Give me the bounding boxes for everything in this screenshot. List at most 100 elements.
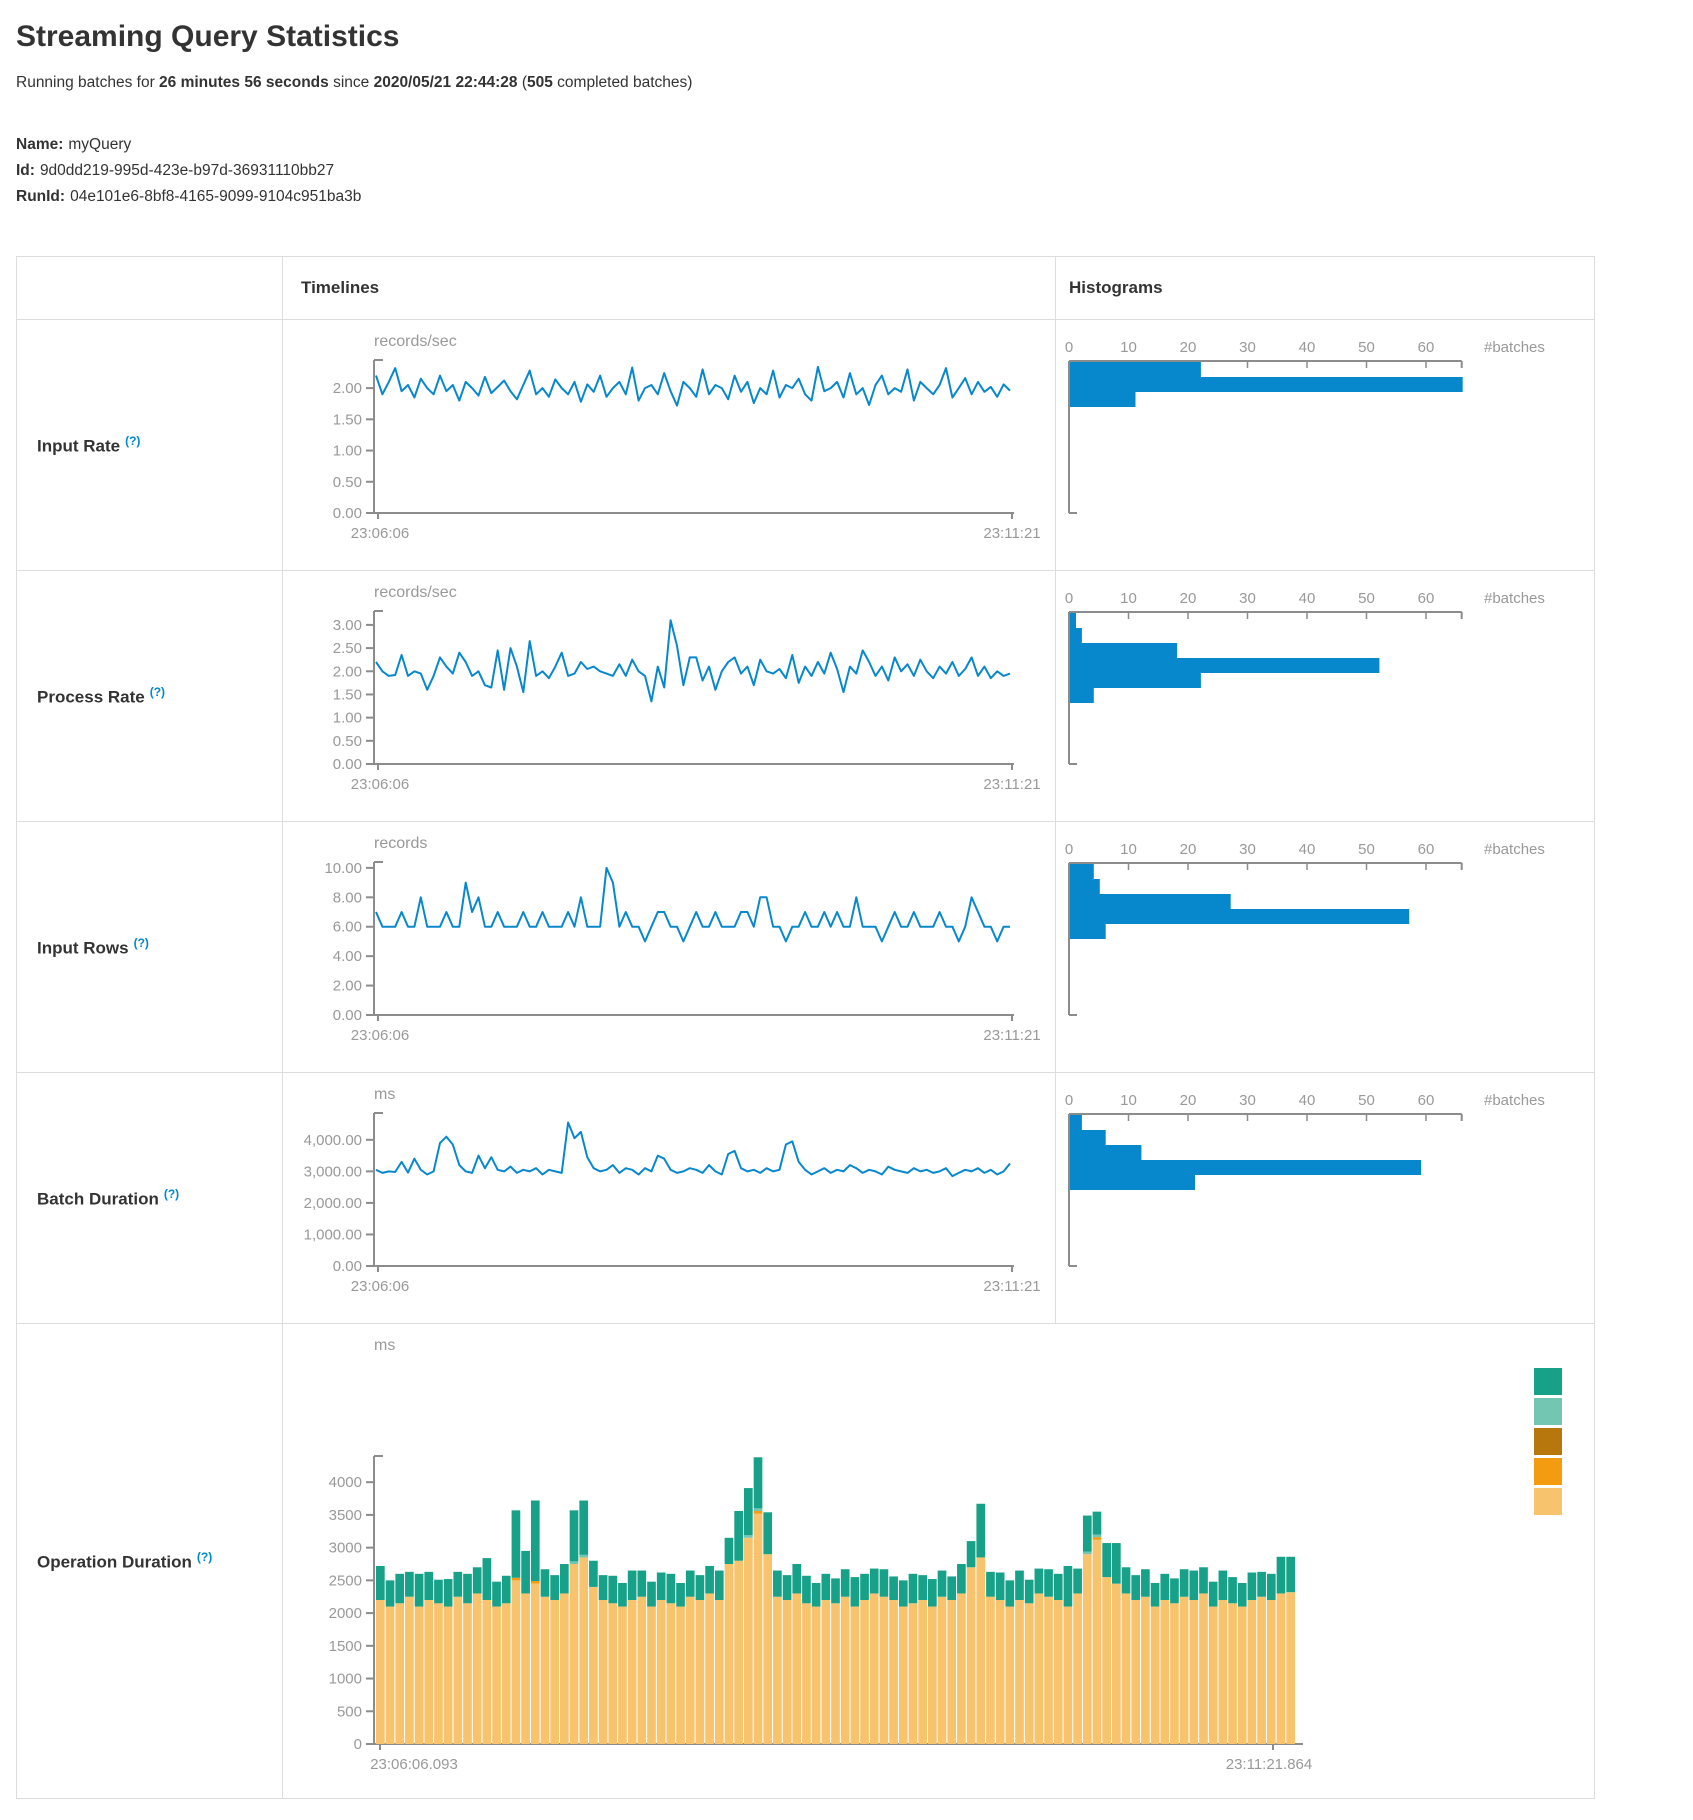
svg-text:3000: 3000 (329, 1540, 362, 1557)
batch-duration-histogram-chart: 0102030405060#batches (1056, 1073, 1593, 1323)
svg-text:#batches: #batches (1484, 841, 1545, 858)
svg-text:#batches: #batches (1484, 339, 1545, 356)
svg-text:10: 10 (1120, 339, 1137, 356)
id-value: 9d0dd219-995d-423e-b97d-36931110bb27 (40, 162, 334, 179)
operation-duration-chart-cell: ms0500100015002000250030003500400023:06:… (283, 1324, 1594, 1798)
svg-text:ms: ms (374, 1337, 395, 1354)
svg-text:0: 0 (354, 1736, 362, 1753)
svg-text:50: 50 (1358, 841, 1375, 858)
svg-text:records/sec: records/sec (374, 333, 457, 350)
input-rows-histogram-cell: 0 10 20 30 40 50 60 #batches (1056, 822, 1594, 1072)
input-rows-timeline-cell: records0.002.004.006.008.0010.0023:06:06… (283, 822, 1056, 1072)
svg-text:2.00: 2.00 (333, 978, 362, 995)
svg-text:40: 40 (1299, 841, 1316, 858)
svg-text:1.50: 1.50 (333, 411, 362, 428)
input-rate-help-icon[interactable]: (?) (125, 434, 140, 448)
running-duration: 26 minutes 56 seconds (159, 74, 329, 91)
svg-text:0.00: 0.00 (333, 505, 362, 522)
input-rows-histogram-chart: 0 10 20 30 40 50 60 #batches (1056, 822, 1593, 1072)
batch-duration-help-icon[interactable]: (?) (164, 1187, 179, 1201)
page-title: Streaming Query Statistics (16, 20, 1693, 54)
input-rate-timeline-cell: records/sec0.000.501.001.502.0023:06:062… (283, 320, 1056, 570)
operation-duration-label-cell: Operation Duration(?) (17, 1324, 283, 1798)
svg-text:60: 60 (1418, 339, 1435, 356)
header-histograms: Histograms (1056, 257, 1594, 319)
svg-text:23:11:21: 23:11:21 (983, 1278, 1040, 1295)
operation-duration-help-icon[interactable]: (?) (197, 1550, 212, 1564)
batch-duration-timeline-cell: ms0.001,000.002,000.003,000.004,000.0023… (283, 1073, 1056, 1323)
svg-text:0.50: 0.50 (333, 733, 362, 750)
svg-text:23:06:06.093: 23:06:06.093 (370, 1756, 458, 1773)
operation-duration-chart: ms0500100015002000250030003500400023:06:… (283, 1324, 1593, 1797)
svg-text:20: 20 (1180, 841, 1197, 858)
svg-text:23:11:21.864: 23:11:21.864 (1226, 1756, 1312, 1773)
process-rate-label: Process Rate (37, 687, 145, 706)
svg-text:30: 30 (1239, 590, 1256, 607)
query-name-line: Name:myQuery (16, 132, 1693, 158)
completed-suffix: completed batches) (553, 74, 693, 91)
svg-text:23:06:06: 23:06:06 (351, 776, 409, 793)
svg-text:records/sec: records/sec (374, 584, 457, 601)
svg-text:10.00: 10.00 (324, 860, 362, 877)
running-batches-summary: Running batches for 26 minutes 56 second… (16, 74, 1693, 92)
svg-text:10: 10 (1120, 1092, 1137, 1109)
paren-open: ( (518, 74, 527, 91)
input-rate-timeline-chart: records/sec0.000.501.001.502.0023:06:062… (283, 320, 1055, 570)
svg-text:10: 10 (1120, 841, 1137, 858)
svg-text:2.50: 2.50 (333, 640, 362, 657)
svg-text:0: 0 (1065, 1092, 1073, 1109)
svg-text:#batches: #batches (1484, 590, 1545, 607)
query-id-line: Id: 9d0dd219-995d-423e-b97d-36931110bb27 (16, 158, 1693, 184)
runid-value: 04e101e6-8bf8-4165-9099-9104c951ba3b (70, 188, 361, 205)
svg-text:23:06:06: 23:06:06 (351, 1027, 409, 1044)
svg-text:ms: ms (374, 1086, 395, 1103)
svg-text:50: 50 (1358, 1092, 1375, 1109)
svg-text:0.00: 0.00 (333, 1007, 362, 1024)
svg-text:23:11:21: 23:11:21 (983, 776, 1040, 793)
input-rate-row: Input Rate(?) records/sec0.000.501.001.5… (17, 319, 1594, 570)
completed-count: 505 (527, 74, 553, 91)
since-text: since (329, 74, 374, 91)
svg-text:3500: 3500 (329, 1507, 362, 1524)
svg-text:1.00: 1.00 (333, 443, 362, 460)
svg-text:60: 60 (1418, 1092, 1435, 1109)
svg-text:23:11:21: 23:11:21 (983, 1027, 1040, 1044)
svg-text:2.00: 2.00 (333, 380, 362, 397)
runid-label: RunId: (16, 188, 65, 205)
svg-text:40: 40 (1299, 339, 1316, 356)
input-rate-histogram-cell: 0102030405060#batches (1056, 320, 1594, 570)
input-rows-help-icon[interactable]: (?) (134, 936, 149, 950)
process-rate-help-icon[interactable]: (?) (150, 685, 165, 699)
svg-text:20: 20 (1180, 590, 1197, 607)
svg-text:40: 40 (1299, 1092, 1316, 1109)
statistics-table: Timelines Histograms Input Rate(?) recor… (16, 256, 1595, 1799)
process-rate-histogram-cell: 0102030405060#batches (1056, 571, 1594, 821)
svg-text:1,000.00: 1,000.00 (304, 1226, 362, 1243)
svg-text:2000: 2000 (329, 1605, 362, 1622)
input-rate-histogram-chart: 0102030405060#batches (1056, 320, 1593, 570)
svg-text:60: 60 (1418, 590, 1435, 607)
svg-text:2.00: 2.00 (333, 663, 362, 680)
id-label: Id: (16, 162, 35, 179)
svg-text:4,000.00: 4,000.00 (304, 1132, 362, 1149)
batch-duration-label-cell: Batch Duration (?) (17, 1073, 283, 1323)
batch-duration-timeline-chart: ms0.001,000.002,000.003,000.004,000.0023… (283, 1073, 1055, 1323)
input-rows-label-cell: Input Rows(?) (17, 822, 283, 1072)
input-rate-label: Input Rate (37, 436, 120, 455)
svg-text:30: 30 (1239, 841, 1256, 858)
svg-text:10: 10 (1120, 590, 1137, 607)
operation-duration-row: Operation Duration(?) ms0500100015002000… (17, 1323, 1594, 1798)
svg-text:0: 0 (1065, 339, 1073, 356)
batch-duration-label: Batch Duration (37, 1189, 159, 1208)
svg-text:23:11:21: 23:11:21 (983, 525, 1040, 542)
svg-text:8.00: 8.00 (333, 889, 362, 906)
svg-text:2500: 2500 (329, 1572, 362, 1589)
svg-text:40: 40 (1299, 590, 1316, 607)
svg-text:1.50: 1.50 (333, 686, 362, 703)
svg-text:0: 0 (1065, 841, 1073, 858)
header-empty-cell (17, 257, 283, 319)
svg-text:60: 60 (1418, 841, 1435, 858)
svg-text:#batches: #batches (1484, 1092, 1545, 1109)
input-rate-label-cell: Input Rate (?) (17, 320, 283, 570)
svg-text:records: records (374, 835, 427, 852)
